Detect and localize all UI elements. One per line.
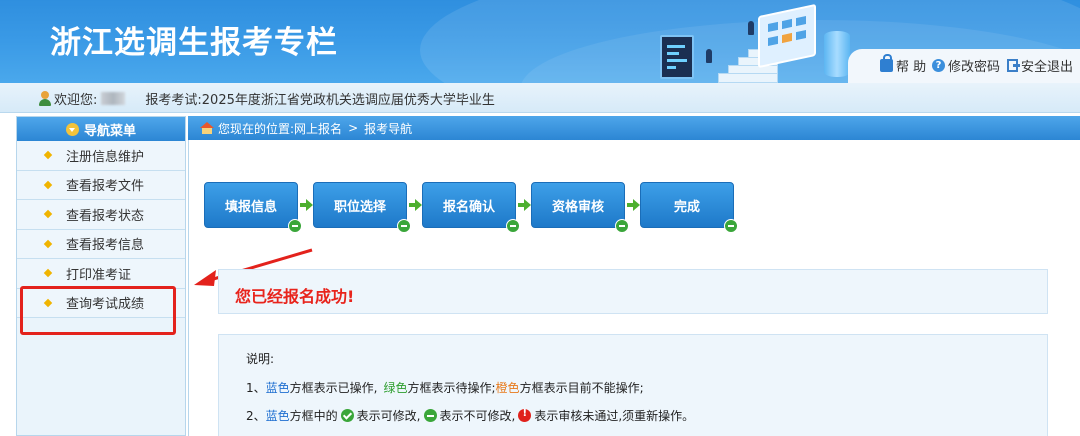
bullet-icon: [43, 269, 53, 278]
warning-icon: [518, 408, 532, 422]
exam-label: 报考考试:: [145, 93, 202, 108]
success-message: 您已经报名成功!: [235, 287, 355, 306]
note-number: 1、: [246, 381, 266, 395]
minus-icon: [724, 219, 738, 233]
exit-icon: [1007, 58, 1020, 72]
change-password-link[interactable]: ? 修改密码: [932, 56, 1001, 75]
note-text: 方框表示已操作,: [289, 381, 378, 395]
note-text: 方框表示待操作;: [407, 381, 496, 395]
home-icon: [200, 122, 214, 134]
utility-links: 帮 助 ? 修改密码 安全退出: [848, 49, 1080, 83]
arrow-right-icon: [409, 199, 423, 211]
blurred-username: [101, 92, 126, 105]
notes-heading: 说明:: [246, 352, 275, 366]
header-banner: 浙江选调生报考专栏 帮 助 ? 修改密码 安全退出: [0, 0, 1080, 83]
sidebar-item-exam-documents[interactable]: 查看报考文件: [17, 170, 185, 200]
cylinder-illustration: [824, 31, 850, 77]
note-text: 表示审核未通过,须重新操作。: [534, 409, 695, 423]
minus-icon: [506, 219, 520, 233]
note-text: 方框表示目前不能操作;: [519, 381, 644, 395]
help-icon: ?: [932, 58, 945, 72]
sidebar-nav: 导航菜单 注册信息维护 查看报考文件 查看报考状态 查看报考信息 打印准考证 查…: [16, 116, 186, 436]
minus-icon: [288, 219, 302, 233]
step-label: 资格审核: [551, 199, 604, 215]
sidebar-item-label: 查看报考状态: [66, 208, 145, 224]
breadcrumb-separator: >: [348, 121, 359, 135]
sidebar-item-label: 注册信息维护: [66, 149, 145, 165]
note-blue-text: 蓝色: [265, 381, 290, 395]
sidebar-item-exam-status[interactable]: 查看报考状态: [17, 200, 185, 230]
sidebar-title: 导航菜单: [83, 123, 136, 139]
monitor-illustration: [660, 35, 694, 79]
step-fill-info[interactable]: 填报信息: [204, 182, 302, 233]
exam-name: 2025年度浙江省党政机关选调应届优秀大学毕业生: [201, 93, 495, 108]
breadcrumb-item[interactable]: 网上报名: [294, 120, 342, 137]
welcome-greeting: 欢迎您:: [54, 93, 98, 108]
sidebar-item-label: 查看报考文件: [66, 179, 145, 195]
note-line-2: 2、 蓝色 方框中的 表示可修改, 表示不可修改, 表示审核未通过,须重新操作。: [246, 407, 694, 424]
bullet-icon: [43, 210, 53, 219]
banner-illustration: [648, 3, 868, 83]
highlight-box: [20, 286, 176, 335]
note-orange-text: 橙色: [495, 381, 520, 395]
person-illustration: [706, 49, 712, 63]
breadcrumb-prefix: 您现在的位置:: [218, 121, 295, 136]
bullet-icon: [43, 180, 53, 189]
notes-panel: 说明: 1、 蓝色 方框表示已操作, 绿色 方框表示待操作; 橙色 方框表示目前…: [218, 334, 1048, 436]
note-text: 表示不可修改,: [439, 409, 516, 423]
note-number: 2、: [246, 409, 266, 423]
sidebar-item-exam-info[interactable]: 查看报考信息: [17, 229, 185, 259]
step-label: 职位选择: [333, 199, 386, 215]
note-green-text: 绿色: [383, 381, 408, 395]
step-qualification-review[interactable]: 资格审核: [531, 182, 629, 233]
logout-label: 安全退出: [1021, 59, 1074, 75]
person-illustration: [748, 21, 754, 35]
sidebar-item-label: 打印准考证: [66, 267, 132, 283]
arrow-right-icon: [300, 199, 314, 211]
minus-icon: [615, 219, 629, 233]
check-icon: [340, 409, 354, 422]
logout-link[interactable]: 安全退出: [1007, 56, 1074, 75]
step-label: 报名确认: [442, 199, 495, 215]
dashboard-illustration: [758, 3, 816, 69]
minus-icon: [423, 409, 437, 422]
change-password-label: 修改密码: [948, 59, 1001, 75]
bullet-icon: [43, 151, 53, 160]
sidebar-header: 导航菜单: [17, 117, 185, 141]
lock-icon: [880, 53, 893, 72]
site-title: 浙江选调生报考专栏: [50, 25, 338, 61]
step-position-select[interactable]: 职位选择: [313, 182, 411, 233]
note-blue-text: 蓝色: [265, 409, 290, 423]
success-panel: 您已经报名成功!: [218, 269, 1048, 314]
note-text: 表示可修改,: [356, 409, 421, 423]
help-label: 帮 助: [896, 59, 927, 75]
sidebar-item-print-admission[interactable]: 打印准考证: [17, 259, 185, 289]
minus-icon: [397, 219, 411, 233]
breadcrumb-item: 报考导航: [364, 121, 413, 136]
sidebar-item-label: 查看报考信息: [66, 238, 145, 254]
step-complete[interactable]: 完成: [640, 182, 738, 233]
bullet-icon: [43, 239, 53, 248]
step-label: 填报信息: [224, 199, 277, 215]
breadcrumb: 您现在的位置: 网上报名 > 报考导航: [188, 116, 1080, 140]
arrow-right-icon: [518, 199, 532, 211]
help-link[interactable]: 帮 助: [880, 53, 927, 75]
step-label: 完成: [673, 199, 700, 215]
note-line-1: 1、 蓝色 方框表示已操作, 绿色 方框表示待操作; 橙色 方框表示目前不能操作…: [246, 379, 644, 396]
welcome-bar: 欢迎您: 报考考试: 2025年度浙江省党政机关选调应届优秀大学毕业生: [0, 83, 1080, 113]
sidebar-item-registration-info[interactable]: 注册信息维护: [17, 141, 185, 171]
chevron-down-icon: [65, 122, 79, 136]
user-icon: [38, 91, 52, 106]
step-confirm[interactable]: 报名确认: [422, 182, 520, 233]
arrow-right-icon: [627, 199, 641, 211]
note-text: 方框中的: [289, 409, 338, 423]
